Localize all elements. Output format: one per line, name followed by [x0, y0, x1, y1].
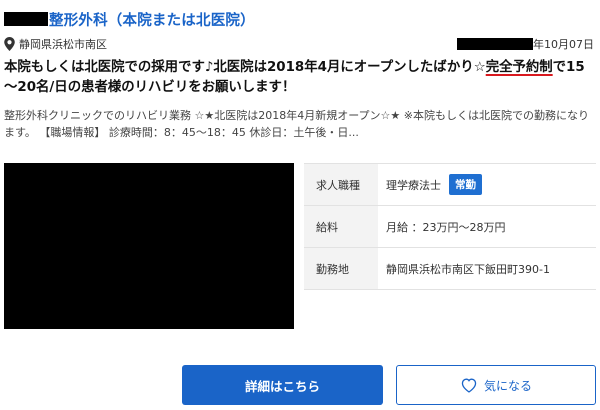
- headline-text-1: 本院もしくは北医院での採用です♪北医院は2018年4月にオープンしたばかり☆: [4, 60, 486, 75]
- redacted-clinic-name: [4, 12, 48, 26]
- job-photo-redacted: [4, 163, 294, 329]
- headline-highlight: 完全予約制: [485, 60, 553, 75]
- date-text: 年10月07日: [533, 38, 594, 51]
- info-key-job: 求人職種: [304, 164, 378, 205]
- job-card: 整形外科（本院または北医院） 静岡県浜松市南区 年10月07日 本院もしくは北医…: [0, 0, 600, 410]
- favorite-button[interactable]: 気になる: [396, 365, 596, 405]
- job-info-table: 求人職種 理学療法士 常勤 給料 月給 ：23万円～28万円 勤務地 静岡県浜松…: [304, 163, 596, 290]
- info-row-job: 求人職種 理学療法士 常勤: [304, 164, 596, 206]
- job-description: 整形外科クリニックでのリハビリ業務 ☆★北医院は2018年4月新規オープン☆★ …: [4, 109, 589, 139]
- heart-icon: [461, 378, 477, 393]
- location-pin-icon: [4, 37, 15, 51]
- job-headline: 本院もしくは北医院での採用です♪北医院は2018年4月にオープンしたばかり☆完全…: [4, 58, 594, 98]
- detail-button[interactable]: 詳細はこちら: [182, 365, 383, 405]
- title-row: 整形外科（本院または北医院）: [4, 8, 255, 30]
- info-val-job: 理学療法士 常勤: [378, 174, 596, 195]
- info-row-salary: 給料 月給 ：23万円～28万円: [304, 206, 596, 248]
- info-val-location: 静岡県浜松市南区下飯田町390-1: [386, 262, 550, 276]
- posted-date: 年10月07日: [457, 36, 594, 52]
- favorite-label: 気になる: [483, 378, 532, 393]
- job-type-text: 理学療法士: [386, 178, 441, 192]
- employment-badge: 常勤: [449, 174, 482, 195]
- job-title-link[interactable]: 整形外科（本院または北医院）: [49, 9, 255, 30]
- info-row-location: 勤務地 静岡県浜松市南区下飯田町390-1: [304, 248, 596, 290]
- redacted-date: [457, 38, 533, 50]
- info-key-salary: 給料: [304, 206, 378, 247]
- location-row: 静岡県浜松市南区 年10月07日: [4, 36, 594, 52]
- info-val-salary: 月給 ：23万円～28万円: [386, 220, 506, 234]
- location-text: 静岡県浜松市南区: [19, 38, 107, 51]
- info-key-location: 勤務地: [304, 248, 378, 289]
